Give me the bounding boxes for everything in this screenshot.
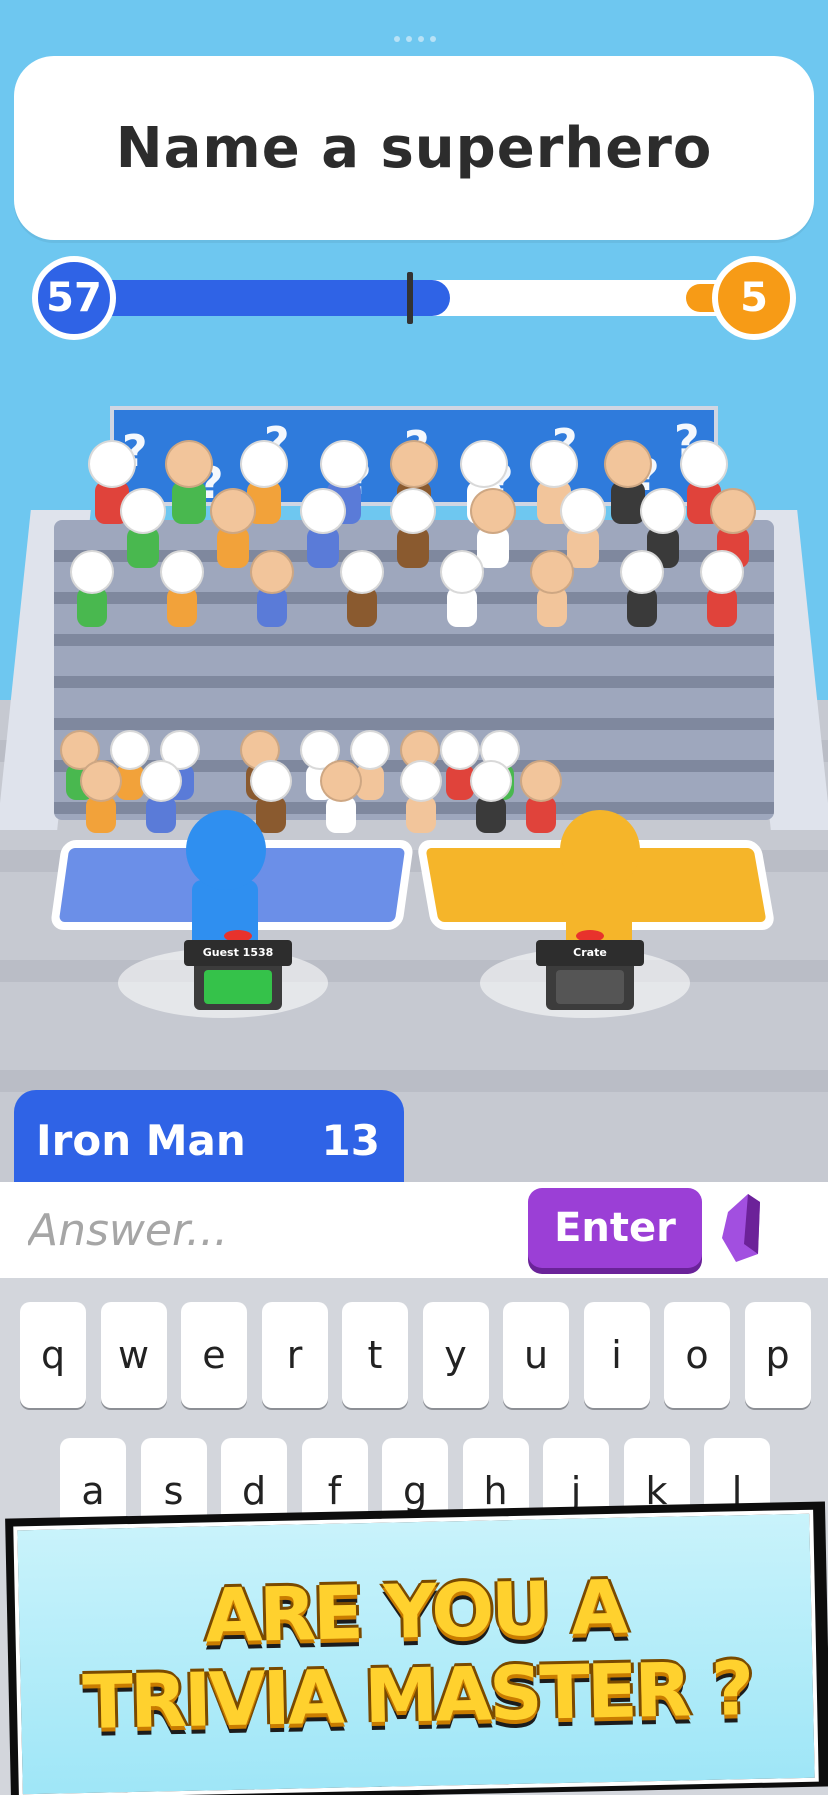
- promo-banner: ARE YOU A TRIVIA MASTER ?: [5, 1501, 828, 1795]
- key-u[interactable]: u: [503, 1302, 569, 1408]
- key-i[interactable]: i: [583, 1302, 650, 1408]
- key-q[interactable]: q: [20, 1302, 86, 1408]
- current-answer-pill: Iron Man 13: [14, 1090, 404, 1190]
- enter-button[interactable]: Enter: [528, 1188, 702, 1268]
- score-bar: [60, 272, 760, 324]
- promo-line-2: TRIVIA MASTER ?: [81, 1646, 753, 1747]
- answer-input[interactable]: [28, 1196, 508, 1264]
- promo-line-1: ARE YOU A: [204, 1564, 627, 1660]
- podium-label-guest: Guest 1538: [184, 940, 292, 966]
- answer-input-bar: Enter: [0, 1182, 828, 1278]
- key-w[interactable]: w: [100, 1302, 167, 1408]
- key-o[interactable]: o: [664, 1302, 730, 1408]
- drag-handle: [394, 36, 436, 42]
- question-text: Name a superhero: [115, 115, 713, 181]
- key-t[interactable]: t: [342, 1302, 408, 1408]
- hint-gem-icon[interactable]: [718, 1192, 762, 1264]
- key-r[interactable]: r: [261, 1302, 328, 1408]
- key-e[interactable]: e: [181, 1302, 247, 1408]
- score-bar-fill-blue: [60, 280, 450, 316]
- key-y[interactable]: y: [422, 1302, 489, 1408]
- score-badge-left: 57: [32, 256, 116, 340]
- current-answer-name: Iron Man: [36, 1115, 246, 1165]
- score-badge-right: 5: [712, 256, 796, 340]
- podium-label-crate: Crate: [536, 940, 644, 966]
- score-bar-midpoint-marker: [407, 272, 413, 324]
- question-card: Name a superhero: [14, 56, 814, 240]
- current-answer-count: 13: [321, 1115, 380, 1165]
- key-p[interactable]: p: [744, 1302, 811, 1408]
- game-scene: ????????? Guest 1538 Crate: [0, 400, 828, 1190]
